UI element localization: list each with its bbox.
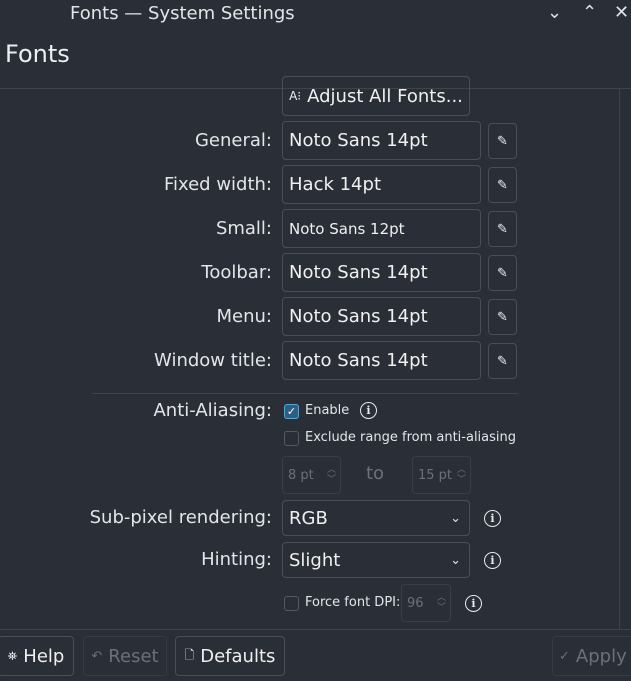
enable-label: Enable (305, 403, 350, 418)
pencil-icon: ✎ (497, 221, 508, 237)
font-row-label: Small: (215, 218, 272, 239)
exclude-range-label: Exclude range from anti-aliasing (305, 430, 517, 445)
force-dpi-checkbox[interactable] (284, 596, 299, 611)
info-icon[interactable]: i (360, 402, 377, 419)
font-adjust-icon: A⁝ (289, 89, 302, 103)
choose-font-button[interactable]: ✎ (488, 343, 517, 379)
range-from-spinbox[interactable]: 8 pt ︿ ﹀ (282, 456, 341, 494)
font-row-label: Menu: (216, 306, 273, 327)
font-field[interactable]: Hack 14pt (282, 165, 481, 204)
range-to-label: to (366, 463, 385, 484)
font-field[interactable]: Noto Sans 14pt (282, 121, 481, 160)
undo-icon: ↶ (91, 648, 103, 664)
section-divider (92, 393, 518, 394)
force-dpi-label: Force font DPI: (305, 595, 401, 610)
defaults-button[interactable]: 🗋 Defaults (175, 636, 285, 676)
spin-arrows-icon: ︿ ﹀ (326, 465, 336, 485)
hinting-combobox[interactable]: Slight ⌄ (282, 542, 470, 578)
document-revert-icon: 🗋 (184, 647, 195, 662)
pencil-icon: ✎ (497, 133, 508, 149)
font-row-label: Window title: (154, 350, 272, 371)
choose-font-button[interactable]: ✎ (488, 211, 517, 247)
checkmark-icon: ✓ (559, 648, 570, 664)
reset-label: Reset (108, 645, 159, 667)
help-icon: ⛯ (7, 648, 18, 663)
font-row-label: Fixed width: (163, 174, 272, 195)
adjust-all-fonts-label: Adjust All Fonts... (307, 85, 463, 107)
pencil-icon: ✎ (497, 353, 508, 369)
minimize-button[interactable]: ⌄ (547, 2, 562, 23)
subpixel-label: Sub-pixel rendering: (89, 507, 272, 528)
font-field[interactable]: Noto Sans 12pt (282, 209, 481, 248)
pencil-icon: ✎ (497, 177, 508, 193)
maximize-button[interactable]: ⌃ (582, 2, 597, 23)
window-title: Fonts — System Settings (70, 3, 295, 24)
page-title: Fonts (5, 40, 70, 68)
footer-divider (0, 629, 631, 630)
anti-aliasing-label: Anti-Aliasing: (153, 400, 272, 421)
help-label: Help (23, 645, 65, 667)
apply-label: Apply (575, 645, 627, 667)
font-field[interactable]: Noto Sans 14pt (282, 297, 481, 336)
pencil-icon: ✎ (497, 309, 508, 325)
defaults-label: Defaults (200, 645, 276, 667)
chevron-down-icon: ⌄ (450, 510, 461, 526)
dpi-spinbox[interactable]: 96 ︿ ﹀ (401, 584, 451, 622)
adjust-all-fonts-button[interactable]: A⁝ Adjust All Fonts... (282, 76, 470, 116)
spin-arrows-icon: ︿ ﹀ (436, 593, 446, 613)
choose-font-button[interactable]: ✎ (488, 123, 517, 159)
apply-button[interactable]: ✓ Apply (552, 636, 631, 676)
font-row-label: Toolbar: (201, 262, 272, 283)
scrollbar-track[interactable] (619, 88, 620, 629)
choose-font-button[interactable]: ✎ (488, 167, 517, 203)
info-icon[interactable]: i (484, 510, 501, 527)
chevron-down-icon: ⌄ (450, 552, 461, 568)
exclude-range-checkbox[interactable] (284, 431, 299, 446)
spin-arrows-icon: ︿ ﹀ (456, 465, 466, 485)
info-icon[interactable]: i (465, 595, 482, 612)
font-field[interactable]: Noto Sans 14pt (282, 341, 481, 380)
range-from-value: 8 pt (288, 467, 314, 483)
close-button[interactable]: ✕ (614, 2, 629, 23)
enable-checkbox[interactable]: ✓ (284, 404, 299, 419)
subpixel-combobox[interactable]: RGB ⌄ (282, 500, 470, 536)
font-row-label: General: (194, 130, 272, 151)
font-field[interactable]: Noto Sans 14pt (282, 253, 481, 292)
hinting-label: Hinting: (201, 549, 272, 570)
help-button[interactable]: ⛯ Help (0, 636, 74, 676)
choose-font-button[interactable]: ✎ (488, 255, 517, 291)
range-to-value: 15 pt (418, 467, 453, 483)
subpixel-value: RGB (289, 507, 328, 529)
dpi-value: 96 (407, 595, 424, 611)
info-icon[interactable]: i (484, 552, 501, 569)
range-to-spinbox[interactable]: 15 pt ︿ ﹀ (412, 456, 471, 494)
hinting-value: Slight (289, 549, 341, 571)
choose-font-button[interactable]: ✎ (488, 299, 517, 335)
pencil-icon: ✎ (497, 265, 508, 281)
reset-button[interactable]: ↶ Reset (83, 636, 167, 676)
